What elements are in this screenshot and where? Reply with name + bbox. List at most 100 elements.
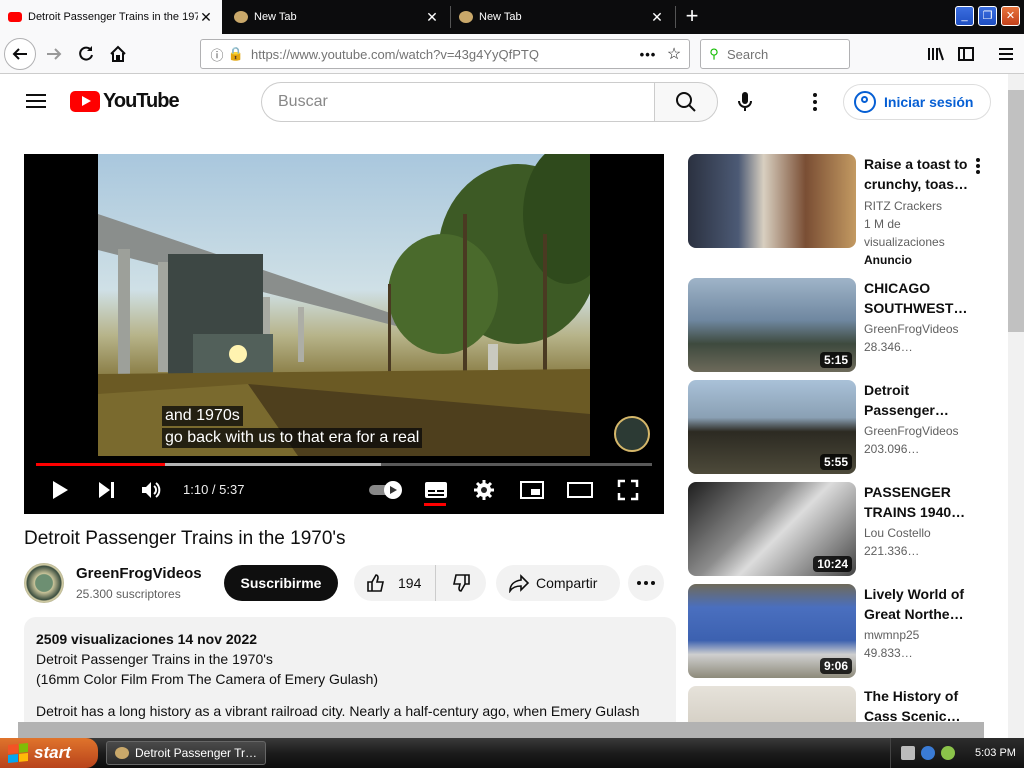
close-icon[interactable]: ✕: [649, 9, 665, 26]
video-description[interactable]: 2509 visualizaciones 14 nov 2022 Detroit…: [24, 617, 676, 737]
forward-button[interactable]: [38, 38, 70, 70]
miniplayer-button[interactable]: [518, 476, 546, 504]
sidebar-button[interactable]: [950, 38, 982, 70]
like-button[interactable]: 194: [354, 565, 436, 601]
play-button[interactable]: [46, 476, 74, 504]
description-line: (16mm Color Film From The Camera of Emer…: [36, 671, 379, 687]
lock-icon: 🔒: [227, 46, 245, 61]
tab-new-2[interactable]: New Tab ✕: [451, 0, 673, 34]
settings-button[interactable]: [470, 476, 498, 504]
theater-mode-button[interactable]: [566, 476, 594, 504]
share-button[interactable]: Compartir: [496, 565, 620, 601]
taskbar-window-button[interactable]: Detroit Passenger Tr…: [106, 741, 266, 765]
channel-watermark-logo[interactable]: [614, 416, 650, 452]
tab-youtube[interactable]: Detroit Passenger Trains in the 1970's -…: [0, 0, 222, 34]
channel-avatar[interactable]: [24, 563, 64, 603]
minimize-button[interactable]: _: [955, 6, 974, 26]
restore-button[interactable]: ❐: [978, 6, 997, 26]
subtitles-button[interactable]: [422, 476, 450, 504]
more-actions-button[interactable]: [628, 565, 664, 601]
reload-icon: [79, 46, 93, 61]
guide-menu-icon[interactable]: [24, 90, 48, 114]
video-thumbnail[interactable]: 5:55: [688, 380, 856, 474]
horizontal-scroll-thumb[interactable]: [18, 722, 984, 738]
video-thumbnail[interactable]: 9:06: [688, 584, 856, 678]
recommendation-views: 221.336…: [864, 544, 920, 558]
windows-logo-icon: [8, 742, 28, 764]
channel-name[interactable]: GreenFrogVideos: [76, 565, 206, 582]
ad-badge: Anuncio: [864, 253, 912, 267]
browser-toolbar: ⓘ 🔒 https://www.youtube.com/watch?v=43g4…: [0, 34, 1024, 74]
recommendation-views: 49.833…: [864, 646, 913, 660]
video-thumbnail[interactable]: [688, 154, 856, 248]
bookmark-star-icon[interactable]: ☆: [659, 44, 689, 64]
fullscreen-icon: [617, 479, 639, 501]
network-icon[interactable]: [921, 746, 935, 760]
recommendation-item[interactable]: 9:06 Lively World of Great Norther… mwmn…: [688, 584, 988, 678]
next-button[interactable]: [92, 476, 120, 504]
video-thumbnail[interactable]: 10:24: [688, 482, 856, 576]
new-tab-button[interactable]: +: [680, 4, 704, 30]
search-icon: ⚲: [709, 46, 719, 61]
voice-search-button[interactable]: [731, 88, 759, 116]
ad-menu-kebab-icon[interactable]: [974, 158, 982, 178]
recommendation-item[interactable]: 5:15 CHICAGO SOUTHWEST… GreenFrogVideos …: [688, 278, 988, 372]
close-icon[interactable]: ✕: [424, 9, 440, 26]
recommendation-ad[interactable]: Raise a toast to crunchy, toast… RITZ Cr…: [688, 154, 988, 267]
autoplay-toggle[interactable]: [366, 476, 404, 504]
dislike-button[interactable]: [436, 565, 486, 601]
back-button[interactable]: [4, 38, 36, 70]
recommendation-views: 203.096…: [864, 442, 920, 456]
reload-button[interactable]: [70, 38, 102, 70]
video-thumbnail[interactable]: 5:15: [688, 278, 856, 372]
page-actions-icon[interactable]: •••: [637, 47, 659, 62]
vertical-scroll-thumb[interactable]: [1008, 90, 1024, 332]
microphone-icon: [738, 92, 752, 111]
clock: 5:03 PM: [975, 747, 1016, 759]
tab-title: Detroit Passenger Trains in the 1970's -…: [28, 11, 198, 23]
caption-line: and 1970s: [162, 406, 243, 426]
share-label: Compartir: [536, 575, 598, 591]
time-display: 1:10 / 5:37: [183, 482, 245, 497]
youtube-logo[interactable]: YouTube: [70, 90, 180, 113]
subtitles-active-indicator: [424, 503, 446, 506]
signin-button[interactable]: Iniciar sesión: [843, 84, 991, 120]
recommendation-item[interactable]: The History of Cass Scenic…: [688, 686, 988, 722]
address-bar[interactable]: ⓘ 🔒 https://www.youtube.com/watch?v=43g4…: [200, 39, 690, 69]
search-placeholder: Search: [727, 46, 769, 62]
recommendation-item[interactable]: 5:55 Detroit Passenger… GreenFrogVideos …: [688, 380, 988, 474]
menu-button[interactable]: [990, 38, 1022, 70]
security-icon[interactable]: [941, 746, 955, 760]
library-button[interactable]: [920, 38, 952, 70]
recommendation-views: visualizaciones: [864, 235, 945, 249]
caption-line: go back with us to that era for a real: [162, 428, 423, 448]
closed-captions-icon: [425, 482, 447, 498]
info-icon[interactable]: ⓘ: [207, 45, 227, 64]
tab-new-1[interactable]: New Tab ✕: [226, 0, 448, 34]
video-player[interactable]: and 1970s go back with us to that era fo…: [24, 154, 664, 514]
mute-button[interactable]: [138, 476, 166, 504]
subscribe-button[interactable]: Suscribirme: [224, 565, 338, 601]
fullscreen-button[interactable]: [614, 476, 642, 504]
keyboard-icon[interactable]: [901, 746, 915, 760]
settings-kebab-icon[interactable]: [805, 90, 825, 114]
recommendation-item[interactable]: 10:24 PASSENGER TRAINS 1940… Lou Costell…: [688, 482, 988, 576]
youtube-search-input[interactable]: Buscar: [261, 82, 655, 122]
recommendation-views: 1 M de: [864, 217, 901, 231]
miniplayer-icon: [520, 481, 544, 499]
browser-search-field[interactable]: ⚲ Search: [700, 39, 850, 69]
search-icon: [676, 92, 696, 112]
youtube-search-button[interactable]: [654, 82, 718, 122]
home-button[interactable]: [102, 38, 134, 70]
window-close-button[interactable]: ✕: [1001, 6, 1020, 26]
video-thumbnail[interactable]: [688, 686, 856, 722]
theater-mode-icon: [567, 482, 593, 498]
firefox-favicon-icon: [234, 11, 248, 23]
sidebar-icon: [958, 47, 974, 61]
progress-played: [36, 463, 166, 466]
youtube-header: YouTube Buscar Iniciar sesión: [0, 74, 1008, 130]
tab-separator: [675, 6, 676, 28]
account-icon: [854, 91, 876, 113]
start-button[interactable]: start: [0, 738, 98, 768]
close-icon[interactable]: ✕: [198, 9, 214, 26]
